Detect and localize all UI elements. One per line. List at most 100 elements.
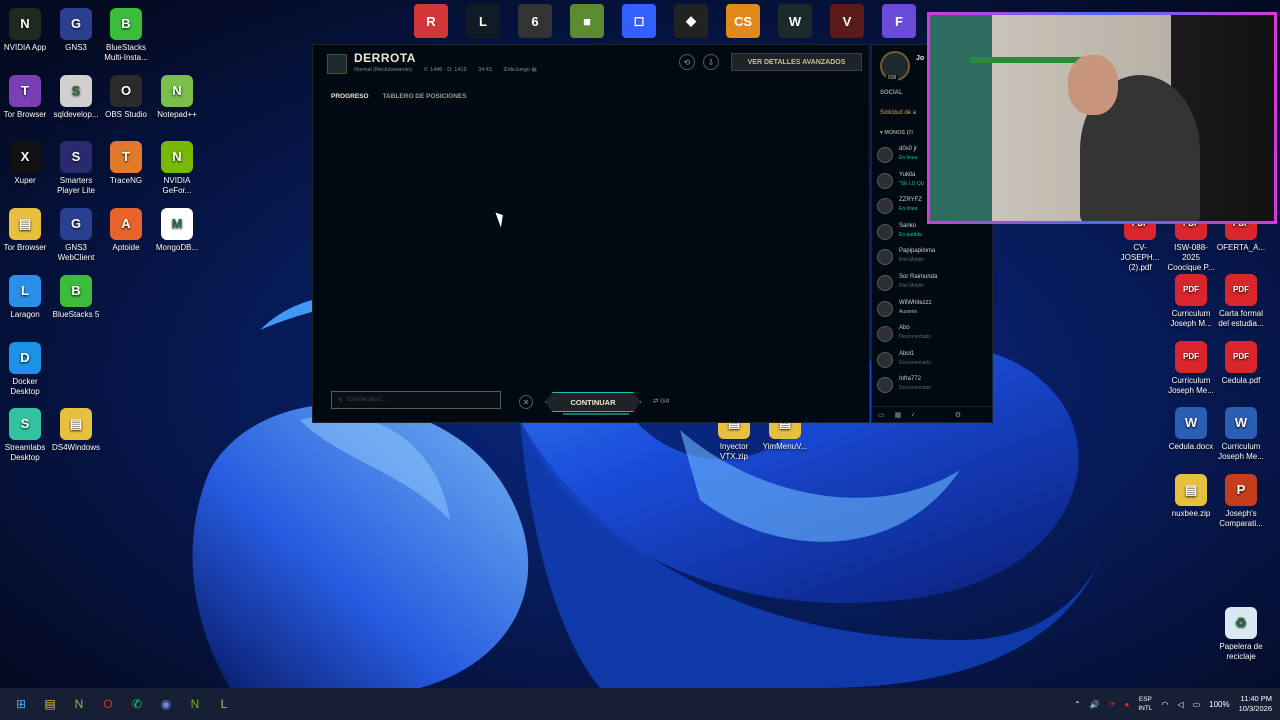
discord-icon[interactable]: ◉	[155, 693, 177, 715]
speaker-icon[interactable]: 🔊	[1090, 700, 1100, 709]
desktop-icon-label: TraceNG	[109, 176, 143, 186]
social-bottom-bar: ▭ ▦ ♪ ⚙	[872, 406, 992, 422]
rainbow-six-icon[interactable]: 6	[518, 4, 552, 38]
league-icon[interactable]: L	[466, 4, 500, 38]
desktop-icon-label: ISW-088-2025 Coocique P...	[1167, 243, 1215, 272]
league-client-icon[interactable]: L	[213, 693, 235, 715]
settings-icon[interactable]: ⚙	[955, 411, 961, 419]
friend-avatar	[877, 172, 893, 189]
wuthering-icon[interactable]: W	[778, 4, 812, 38]
roblox-icon[interactable]: ◆	[674, 4, 708, 38]
desktop-file[interactable]: PDF Curriculum Joseph Me...	[1166, 341, 1216, 396]
desktop-icon-label: MongoDB...	[155, 243, 199, 253]
match-meta: Normal (Reclutamiento) V: 1446 · D: 1419…	[354, 67, 547, 73]
desktop-icon[interactable]: M MongoDB...	[152, 208, 202, 253]
desktop-icon-label: BlueStacks Multi-Insta...	[104, 43, 148, 62]
friend-group-header[interactable]: ▾ MONOS (7/	[880, 130, 913, 136]
notepad-plus-icon[interactable]: N	[68, 693, 90, 715]
app-icon: P	[1225, 474, 1257, 506]
friend-row[interactable]: WilWhitezzz Ausente	[877, 297, 987, 321]
result-tabs: PROGRESO TABLERO DE POSICIONES	[331, 93, 467, 100]
friend-row[interactable]: Abol1 Desconectado	[877, 348, 987, 372]
chat-bubble-icon[interactable]: ▭	[878, 411, 885, 419]
desktop-icon[interactable]: ▤ DS4Windows	[51, 408, 101, 453]
desktop-icon[interactable]: Ssqldevelop...	[51, 74, 101, 120]
friend-avatar	[877, 275, 893, 291]
desktop-icon[interactable]: N NVIDIA App	[0, 8, 50, 53]
desktop-icon-label: GNS3	[65, 43, 87, 52]
system-tray: ⌃ 🔊 ⟳ ● ESP INTL ◠ ◁ ▭ 100% 11:40 PM 10/…	[1074, 688, 1272, 720]
desktop-file[interactable]: PDF Curriculum Joseph M...	[1166, 274, 1216, 329]
champion-icon	[327, 54, 347, 74]
desktop-file[interactable]: PDF Cedula.pdf	[1216, 341, 1266, 386]
friend-status: Desconectado	[899, 385, 931, 392]
battery-icon[interactable]: ▭	[1193, 700, 1201, 709]
advanced-details-button[interactable]: VER DETALLES AVANZADOS	[731, 53, 862, 71]
friend-status: "SE LO QU	[899, 180, 925, 187]
desktop-icon[interactable]: B BlueStacks Multi-Insta...	[101, 8, 151, 63]
riot-icon[interactable]: R	[414, 4, 448, 38]
clock[interactable]: 11:40 PM 10/3/2026	[1239, 694, 1272, 714]
desktop-icon[interactable]: N Notepad++	[152, 74, 202, 120]
desktop-icon[interactable]: T Tor Browser	[0, 74, 50, 120]
start-icon[interactable]: ⊞	[10, 693, 32, 715]
friend-row[interactable]: Papipapiloma Riot Mobile	[877, 245, 987, 269]
friend-row[interactable]: Abo Desconectado	[877, 322, 987, 346]
desktop-icon[interactable]: D Docker Desktop	[0, 341, 50, 397]
desktop-icon[interactable]: B BlueStacks 5	[51, 274, 101, 320]
desktop-file[interactable]: W Cedula.docx	[1166, 407, 1216, 452]
sync-icon[interactable]: ⟳	[1109, 700, 1116, 709]
fall-guys-icon[interactable]: F	[882, 4, 916, 38]
tab-scoreboard[interactable]: TABLERO DE POSICIONES	[383, 93, 467, 100]
desktop-icon[interactable]: L Laragon	[0, 274, 50, 320]
friend-row[interactable]: Sor Raimunda Riot Mobile	[877, 271, 987, 295]
chevron-up-icon[interactable]: ⌃	[1074, 700, 1081, 709]
desktop-file[interactable]: P Joseph's Comparati...	[1216, 474, 1266, 529]
roblox-studio-icon[interactable]: ◻	[622, 4, 656, 38]
nvidia-icon[interactable]: N	[184, 693, 206, 715]
game-id[interactable]: IDdeJuego ▤	[503, 67, 536, 73]
game-icon[interactable]: V	[830, 4, 864, 38]
desktop-icon[interactable]: X Xuper	[0, 141, 50, 186]
desktop-file[interactable]: ▤ nuxbee.zip	[1166, 474, 1216, 519]
antivirus-icon[interactable]: ●	[1125, 700, 1130, 709]
friend-row[interactable]: Infra772 Desconectado	[877, 373, 987, 397]
desktop-file[interactable]: PDF Carta formal del estudia...	[1216, 274, 1266, 329]
friend-name: Abol1	[899, 350, 915, 357]
desktop-icon-label: Inyector VTX.zip	[719, 442, 749, 461]
opera-icon[interactable]: O	[97, 693, 119, 715]
language-code: ESP	[1138, 696, 1152, 703]
desktop-icon[interactable]: S Smarters Player Lite	[51, 141, 101, 196]
download-icon[interactable]: ⇩	[703, 54, 719, 70]
minecraft-icon[interactable]: ■	[570, 4, 604, 38]
desktop-icon[interactable]: A Aptoide	[101, 208, 151, 253]
desktop-icon-label: NVIDIA GeFor...	[162, 176, 192, 196]
language-indicator[interactable]: ESP INTL	[1138, 695, 1152, 713]
desktop-icon[interactable]: N NVIDIA GeFor...	[152, 141, 202, 196]
desktop-icon[interactable]: G GNS3 WebClient	[51, 208, 101, 263]
desktop-icon-label: DS4Windows	[51, 443, 100, 453]
desktop-icon[interactable]: S Streamlabs Desktop	[0, 408, 50, 463]
tab-progress[interactable]: PROGRESO	[331, 93, 369, 100]
app-icon: W	[1175, 407, 1207, 439]
desktop-file[interactable]: ♻ Papelera de reciclaje	[1216, 607, 1266, 662]
desktop-file[interactable]: W Curriculum Joseph Me...	[1216, 407, 1266, 462]
friend-requests[interactable]: Solicitud de a	[880, 110, 916, 116]
desktop-icon[interactable]: T TraceNG	[101, 141, 151, 186]
post-game-chat-input[interactable]: ✎ Escribe aquí...	[331, 391, 501, 409]
desktop-icon-label: OBS Studio	[105, 109, 147, 119]
friend-avatar	[877, 351, 893, 368]
continue-button[interactable]: CONTINUAR	[545, 392, 641, 412]
whatsapp-icon[interactable]: ✆	[126, 693, 148, 715]
clash-icon[interactable]: ▦	[895, 411, 902, 419]
desktop-icon[interactable]: G GNS3	[51, 8, 101, 53]
replay-icon[interactable]: ⟲	[679, 54, 695, 70]
counter-strike-icon[interactable]: CS	[726, 4, 760, 38]
file-explorer-icon[interactable]: ▤	[39, 693, 61, 715]
close-icon[interactable]: ✕	[519, 395, 533, 409]
desktop-icon[interactable]: ▤ Tor Browser	[0, 208, 50, 253]
volume-icon[interactable]: ◁	[1177, 700, 1183, 709]
desktop-icon[interactable]: O OBS Studio	[101, 74, 151, 120]
wifi-icon[interactable]: ◠	[1161, 700, 1168, 709]
mic-icon[interactable]: ♪	[911, 411, 915, 418]
